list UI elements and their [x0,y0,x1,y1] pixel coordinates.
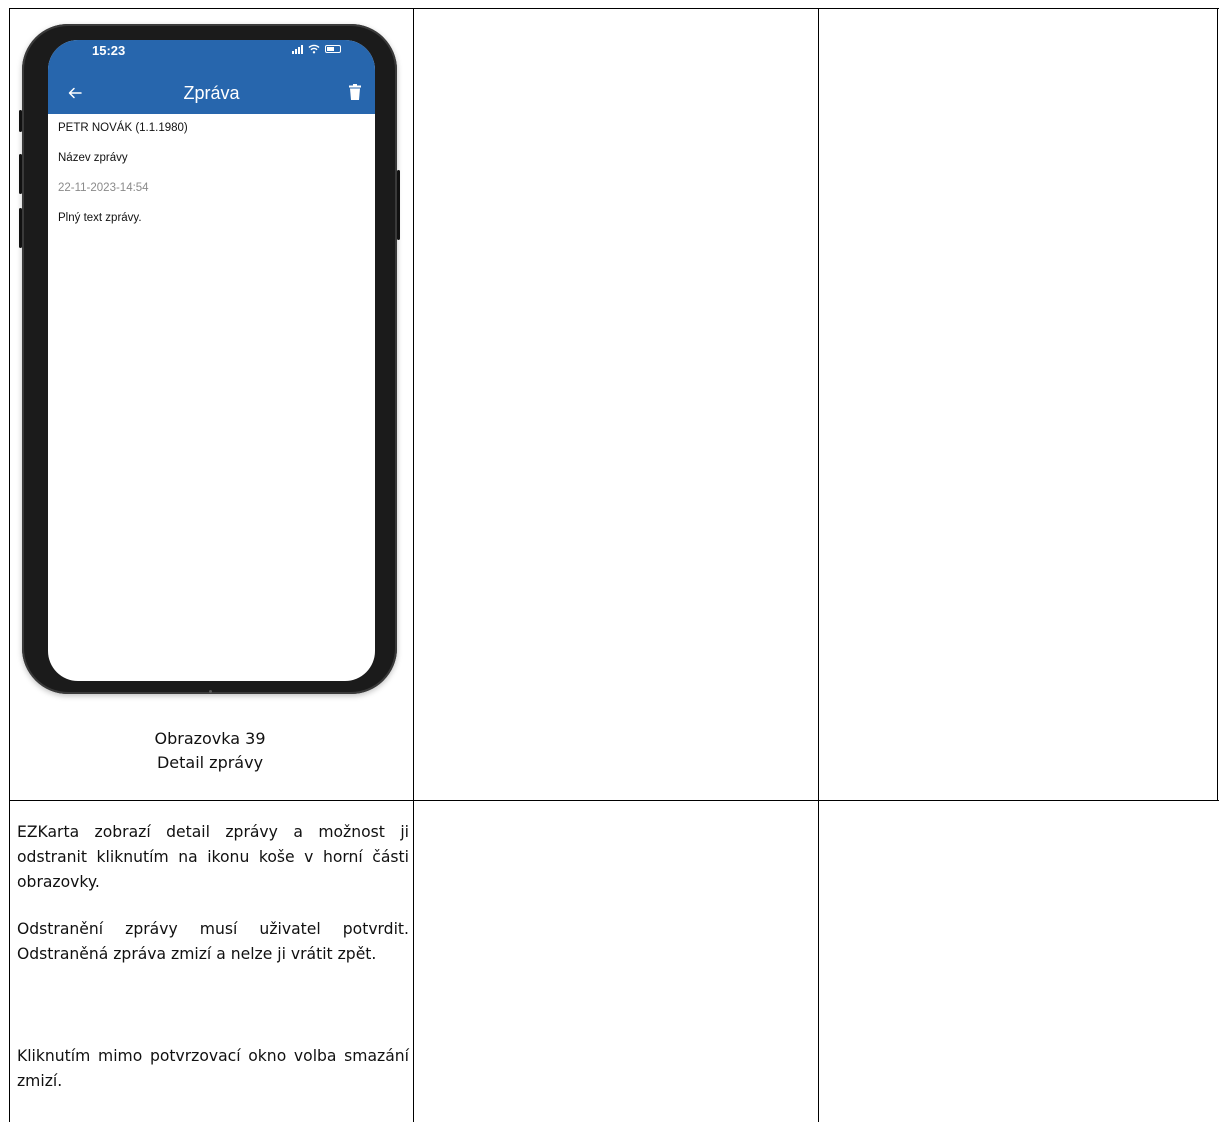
status-icons [292,44,341,54]
phone-side-button [19,110,22,132]
status-time: 15:23 [92,43,126,58]
signal-icon [292,44,303,54]
trash-icon[interactable] [349,84,361,105]
app-bar: Zpráva [48,78,375,114]
description-paragraph: Kliknutím mimo potvrzovací okno volba sm… [17,1047,409,1090]
phone-screen: 15:23 Zpráva PETR NOVÁK (1.1.1980) Název… [48,40,375,681]
screen-caption-number: Obrazovka 39 [154,729,266,748]
description-paragraph: Odstranění zprávy musí uživatel potvrdit… [17,920,409,963]
screen-caption-title: Detail zprávy [156,753,264,772]
phone-side-button [19,154,22,194]
page-title: Zpráva [183,83,240,103]
message-body: Plný text zprávy. [58,212,142,224]
table-top-border [9,8,1219,9]
message-datetime: 22-11-2023-14:54 [58,182,149,194]
table-right-border [1217,8,1218,801]
description-paragraph: EZKarta zobrazí detail zprávy a možnost … [17,823,409,891]
table-row-divider [9,800,1219,801]
message-title: Název zprávy [58,152,128,164]
phone-side-button [19,208,22,248]
message-patient: PETR NOVÁK (1.1.1980) [58,122,188,134]
battery-icon [325,45,341,53]
table-column-divider [413,8,414,1122]
wifi-icon [308,44,320,54]
phone-home-indicator [209,690,212,693]
table-left-border [9,8,10,1122]
status-bar: 15:23 [48,40,375,78]
table-column-divider [818,8,819,1122]
phone-side-button [397,170,400,240]
phone-mockup: 15:23 Zpráva PETR NOVÁK (1.1.1980) Název… [19,24,400,694]
